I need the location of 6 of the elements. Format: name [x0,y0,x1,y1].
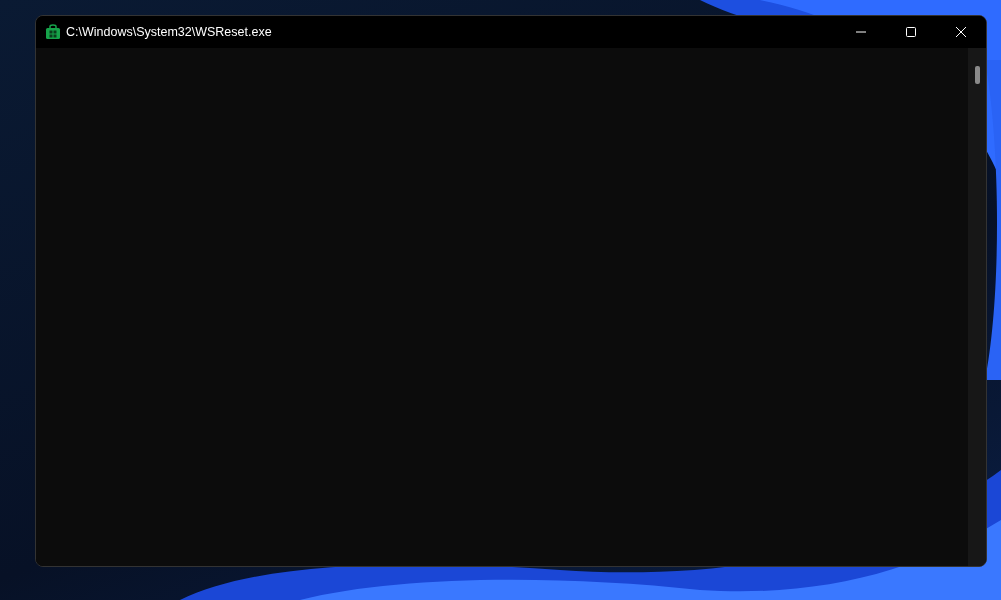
maximize-icon [906,27,916,37]
close-icon [956,27,966,37]
scroll-thumb[interactable] [974,66,980,84]
window-title: C:\Windows\System32\WSReset.exe [66,25,273,39]
store-bag-icon [45,24,61,40]
scrollbar[interactable] [968,48,986,566]
